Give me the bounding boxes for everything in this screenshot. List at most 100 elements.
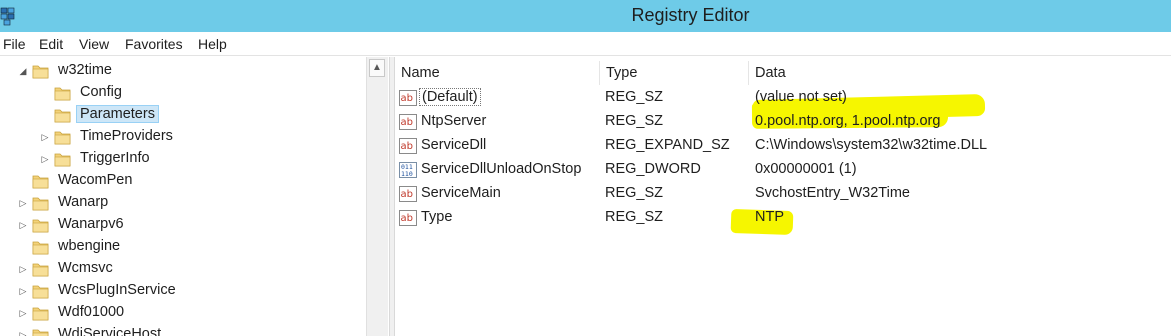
value-type: REG_EXPAND_SZ	[605, 137, 730, 153]
string-value-icon: ab	[399, 90, 417, 106]
value-type: REG_SZ	[605, 185, 664, 201]
column-header-data[interactable]: Data	[749, 61, 1171, 85]
folder-icon	[32, 285, 49, 299]
value-name: ServiceMain	[421, 185, 501, 201]
string-value-icon: ab	[399, 186, 417, 202]
svg-text:110: 110	[401, 170, 413, 178]
value-name: Type	[421, 209, 453, 225]
tree-item[interactable]: ◢ w32time	[0, 60, 370, 82]
tree-item[interactable]: ▷ Wcmsvc	[0, 258, 370, 280]
tree-item[interactable]: ▷ WcsPlugInService	[0, 280, 370, 302]
menu-edit[interactable]: Edit	[39, 36, 63, 52]
string-value-icon: ab	[399, 138, 417, 154]
tree-item-label: WacomPen	[58, 172, 133, 188]
expand-arrow-icon[interactable]: ▷	[40, 153, 50, 165]
menu-bar: File Edit View Favorites Help	[0, 32, 1171, 56]
folder-icon	[32, 219, 49, 233]
expand-arrow-icon[interactable]: ▷	[18, 263, 28, 275]
value-name: NtpServer	[421, 113, 487, 129]
tree-item-label: Parameters	[76, 105, 159, 123]
value-type: REG_DWORD	[605, 161, 701, 177]
value-row[interactable]: ab Type REG_SZ NTP	[395, 206, 1171, 230]
value-row[interactable]: ab ServiceMain REG_SZ SvchostEntry_W32Time	[395, 182, 1171, 206]
expand-arrow-icon[interactable]: ▷	[40, 131, 50, 143]
list-header: Name Type Data	[395, 61, 1171, 85]
chevron-up-icon: ▲	[372, 62, 382, 73]
window-title: Registry Editor	[631, 5, 750, 25]
value-row[interactable]: ab (Default) REG_SZ (value not set)	[395, 86, 1171, 110]
collapse-arrow-icon[interactable]: ◢	[18, 65, 28, 77]
expand-arrow-icon[interactable]: ▷	[18, 219, 28, 231]
folder-icon	[32, 329, 49, 336]
tree-item-label: WdiServiceHost	[58, 326, 162, 336]
tree-item[interactable]: ▷ Wdf01000	[0, 302, 370, 324]
tree-item[interactable]: ▷ TriggerInfo	[0, 148, 370, 170]
scroll-up-button[interactable]: ▲	[369, 59, 385, 77]
value-row[interactable]: ab ServiceDll REG_EXPAND_SZ C:\Windows\syst…	[395, 134, 1171, 158]
tree-item-label: Wanarp	[58, 194, 109, 210]
value-name: ServiceDll	[421, 137, 487, 153]
svg-text:ab: ab	[401, 117, 413, 128]
value-data: 0.pool.ntp.org, 1.pool.ntp.org	[755, 113, 941, 129]
value-type: REG_SZ	[605, 89, 664, 105]
tree-item[interactable]: ▷ Wanarp	[0, 192, 370, 214]
value-data: SvchostEntry_W32Time	[755, 185, 910, 201]
binary-value-icon: 011110	[399, 162, 417, 178]
folder-icon	[32, 65, 49, 79]
key-tree[interactable]: ◢ w32time Config Parameters ▷ TimeProviders ▷ T…	[0, 57, 389, 336]
tree-item[interactable]: Parameters	[0, 104, 370, 126]
expand-arrow-icon[interactable]: ▷	[18, 197, 28, 209]
tree-item-label: WcsPlugInService	[58, 282, 176, 298]
menu-file[interactable]: File	[3, 36, 26, 52]
tree-item-label: w32time	[58, 62, 112, 78]
tree-item[interactable]: WacomPen	[0, 170, 370, 192]
expand-arrow-icon[interactable]: ▷	[18, 285, 28, 297]
value-row[interactable]: 011 110 ServiceDllUnloadOnStop REG_DWORD 0x0…	[395, 158, 1171, 182]
tree-item[interactable]: ▷ WdiServiceHost	[0, 324, 370, 336]
value-data: 0x00000001 (1)	[755, 161, 857, 177]
column-header-name[interactable]: Name	[395, 61, 600, 85]
value-data: NTP	[755, 209, 784, 225]
svg-text:ab: ab	[401, 141, 413, 152]
value-data: (value not set)	[755, 89, 847, 105]
folder-icon	[32, 307, 49, 321]
folder-icon	[54, 87, 71, 101]
values-list: Name Type Data ab (Default) REG_SZ (value n…	[395, 57, 1171, 336]
string-value-icon: ab	[399, 114, 417, 130]
tree-item[interactable]: wbengine	[0, 236, 370, 258]
expand-arrow-icon[interactable]: ▷	[18, 329, 28, 336]
folder-icon	[54, 153, 71, 167]
string-value-icon: ab	[399, 210, 417, 226]
tree-item[interactable]: Config	[0, 82, 370, 104]
tree-item-label: Wanarpv6	[58, 216, 124, 232]
value-type: REG_SZ	[605, 113, 664, 129]
folder-icon	[32, 241, 49, 255]
column-header-type[interactable]: Type	[600, 61, 749, 85]
menu-favorites[interactable]: Favorites	[125, 36, 183, 52]
expand-arrow-icon[interactable]: ▷	[18, 307, 28, 319]
menu-help[interactable]: Help	[198, 36, 227, 52]
value-name: (Default)	[419, 88, 481, 106]
value-row[interactable]: ab NtpServer REG_SZ 0.pool.ntp.org, 1.pool.…	[395, 110, 1171, 134]
menu-view[interactable]: View	[79, 36, 109, 52]
tree-item-label: Config	[80, 84, 122, 100]
value-type: REG_SZ	[605, 209, 664, 225]
folder-icon	[54, 109, 71, 123]
value-data: C:\Windows\system32\w32time.DLL	[755, 137, 988, 153]
value-name: ServiceDllUnloadOnStop	[421, 161, 582, 177]
tree-item-label: Wdf01000	[58, 304, 125, 320]
svg-text:ab: ab	[401, 93, 413, 104]
tree-item-label: TimeProviders	[80, 128, 173, 144]
tree-scrollbar[interactable]: ▲	[366, 57, 388, 336]
tree-item-label: TriggerInfo	[80, 150, 150, 166]
tree-item[interactable]: ▷ Wanarpv6	[0, 214, 370, 236]
svg-text:ab: ab	[401, 189, 413, 200]
tree-item[interactable]: ▷ TimeProviders	[0, 126, 370, 148]
svg-text:ab: ab	[401, 213, 413, 224]
folder-icon	[32, 263, 49, 277]
title-bar: Registry Editor	[0, 0, 1171, 32]
folder-icon	[32, 175, 49, 189]
folder-icon	[32, 197, 49, 211]
tree-item-label: Wcmsvc	[58, 260, 113, 276]
tree-item-label: wbengine	[58, 238, 121, 254]
